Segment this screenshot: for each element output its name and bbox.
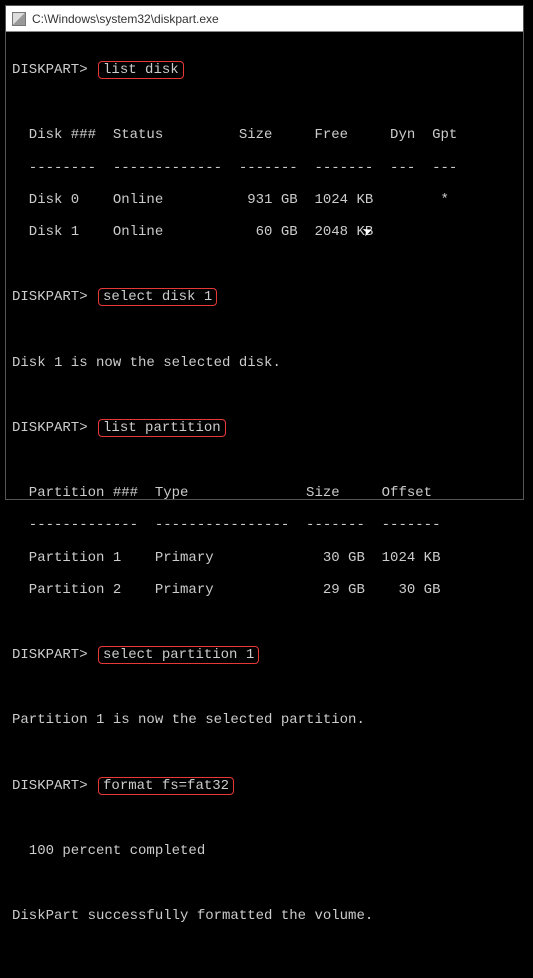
terminal-body[interactable]: DISKPART> list disk Disk ### Status Size… [6, 32, 523, 978]
partition-row: Partition 2 Primary 29 GB 30 GB [12, 582, 517, 598]
disk-row: Disk 0 Online 931 GB 1024 KB * [12, 192, 517, 208]
disk-table-header: Disk ### Status Size Free Dyn Gpt [12, 127, 517, 143]
terminal-window: C:\Windows\system32\diskpart.exe DISKPAR… [5, 5, 524, 500]
prompt: DISKPART> [12, 420, 88, 436]
prompt: DISKPART> [12, 778, 88, 794]
prompt: DISKPART> [12, 62, 88, 78]
partition-table-header: Partition ### Type Size Offset [12, 485, 517, 501]
partition-table-sep: ------------- ---------------- ------- -… [12, 517, 517, 533]
prompt: DISKPART> [12, 647, 88, 663]
cmd-list-disk: list disk [98, 61, 184, 79]
app-icon [12, 12, 26, 26]
prompt: DISKPART> [12, 289, 88, 305]
msg-success: DiskPart successfully formatted the volu… [12, 908, 517, 924]
msg-progress: 100 percent completed [12, 843, 517, 859]
disk-row: Disk 1 Online 60 GB 2048 KB [12, 224, 517, 240]
partition-row: Partition 1 Primary 30 GB 1024 KB [12, 550, 517, 566]
cmd-list-partition: list partition [98, 419, 226, 437]
msg-partition-selected: Partition 1 is now the selected partitio… [12, 712, 517, 728]
cmd-select-disk: select disk 1 [98, 288, 217, 306]
cmd-select-partition: select partition 1 [98, 646, 259, 664]
window-title: C:\Windows\system32\diskpart.exe [32, 12, 219, 26]
msg-disk-selected: Disk 1 is now the selected disk. [12, 355, 517, 371]
titlebar[interactable]: C:\Windows\system32\diskpart.exe [6, 6, 523, 32]
disk-table-sep: -------- ------------- ------- ------- -… [12, 160, 517, 176]
cmd-format: format fs=fat32 [98, 777, 234, 795]
